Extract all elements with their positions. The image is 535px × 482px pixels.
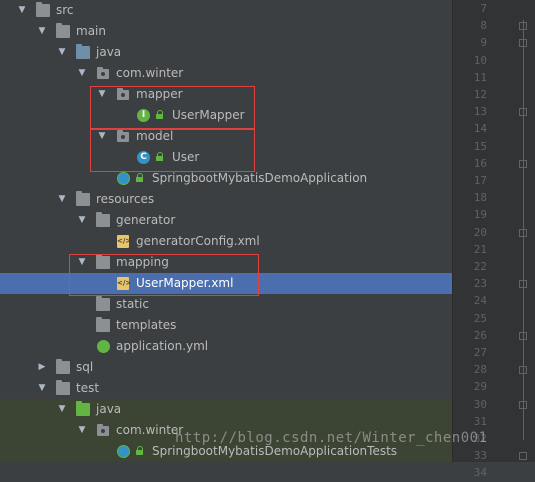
collapse-arrow-icon[interactable]: ▼ bbox=[76, 210, 88, 231]
collapse-arrow-icon[interactable]: ▼ bbox=[76, 420, 88, 441]
source-folder-icon bbox=[76, 44, 90, 59]
expand-arrow-icon[interactable]: ▶ bbox=[36, 357, 48, 378]
xml-file-icon: </> bbox=[117, 235, 131, 248]
line-number: 26 bbox=[473, 328, 487, 342]
line-number: 8 bbox=[480, 19, 487, 33]
tree-item-sql[interactable]: ▶ sql bbox=[0, 357, 452, 378]
tree-item-label: application.yml bbox=[116, 339, 209, 353]
collapse-arrow-icon[interactable]: ▼ bbox=[56, 399, 68, 420]
fold-guide-line bbox=[523, 20, 524, 440]
tree-item-static[interactable]: static bbox=[0, 294, 452, 315]
editor-gutter: 7 8 9 10 11 12 13 14 15 16 17 18 19 20 21 22 23 24 25 26 27 2… bbox=[452, 0, 535, 479]
folder-icon bbox=[36, 2, 50, 17]
tree-item-src[interactable]: ▼ src bbox=[0, 0, 452, 21]
line-number: 14 bbox=[473, 122, 487, 136]
fold-marker-icon[interactable] bbox=[519, 452, 527, 461]
tree-item-package[interactable]: ▼ com.winter bbox=[0, 63, 452, 84]
tree-item-label: generatorConfig.xml bbox=[136, 234, 260, 248]
line-number: 19 bbox=[473, 208, 487, 222]
tree-item-label: main bbox=[76, 24, 106, 38]
project-tree: ▼ src ▼ main ▼ java ▼ com.winter ▼ mappe… bbox=[0, 0, 452, 462]
tree-item-templates[interactable]: templates bbox=[0, 315, 452, 336]
tree-item-label: src bbox=[56, 3, 74, 17]
folder-icon bbox=[96, 317, 110, 332]
line-number: 23 bbox=[473, 277, 487, 291]
line-number: 16 bbox=[473, 156, 487, 170]
collapse-arrow-icon[interactable]: ▼ bbox=[56, 189, 68, 210]
tree-item-label: sql bbox=[76, 360, 94, 374]
tree-item-label: java bbox=[96, 402, 122, 416]
tree-item-test[interactable]: ▼ test bbox=[0, 378, 452, 399]
line-number: 20 bbox=[473, 225, 487, 239]
lock-icon bbox=[136, 173, 144, 183]
line-number: 24 bbox=[473, 294, 487, 308]
collapse-arrow-icon[interactable]: ▼ bbox=[36, 378, 48, 399]
tree-item-label: generator bbox=[116, 213, 176, 227]
watermark: http://blog.csdn.net/Winter_chen001 bbox=[175, 430, 488, 446]
line-number: 7 bbox=[480, 2, 487, 15]
folder-icon bbox=[96, 296, 110, 311]
line-number: 34 bbox=[473, 466, 487, 480]
line-number: 15 bbox=[473, 139, 487, 153]
collapse-arrow-icon[interactable]: ▼ bbox=[56, 42, 68, 63]
collapse-arrow-icon[interactable]: ▼ bbox=[16, 0, 28, 21]
folder-icon bbox=[56, 23, 70, 38]
highlight-box-mapper bbox=[90, 86, 255, 130]
collapse-arrow-icon[interactable]: ▼ bbox=[36, 21, 48, 42]
tree-item-generator[interactable]: ▼ generator bbox=[0, 210, 452, 231]
spring-boot-class-icon bbox=[117, 445, 130, 458]
line-number: 25 bbox=[473, 311, 487, 325]
tree-item-label: resources bbox=[96, 192, 155, 206]
tree-item-resources[interactable]: ▼ resources bbox=[0, 189, 452, 210]
line-number: 9 bbox=[480, 36, 487, 50]
tree-item-label: com.winter bbox=[116, 423, 184, 437]
tree-item-generatorconfig[interactable]: </> generatorConfig.xml bbox=[0, 231, 452, 252]
line-number: 27 bbox=[473, 346, 487, 359]
line-number: 28 bbox=[473, 363, 487, 377]
folder-icon bbox=[56, 359, 70, 374]
package-icon bbox=[97, 67, 109, 79]
line-number: 17 bbox=[473, 174, 487, 187]
tree-item-label: java bbox=[96, 45, 122, 59]
collapse-arrow-icon[interactable]: ▼ bbox=[76, 63, 88, 84]
line-number: 29 bbox=[473, 380, 487, 394]
folder-icon bbox=[56, 380, 70, 395]
resources-folder-icon bbox=[76, 191, 90, 206]
tree-item-test-java[interactable]: ▼ java bbox=[0, 399, 452, 420]
line-number: 12 bbox=[473, 88, 487, 101]
spring-boot-class-icon bbox=[117, 172, 130, 185]
yaml-file-icon bbox=[97, 340, 110, 353]
line-number: 13 bbox=[473, 105, 487, 119]
tree-item-label: test bbox=[76, 381, 100, 395]
line-number: 31 bbox=[473, 414, 487, 428]
tree-item-label: com.winter bbox=[116, 66, 184, 80]
line-number: 18 bbox=[473, 191, 487, 205]
highlight-box-model bbox=[90, 128, 255, 172]
line-number: 22 bbox=[473, 260, 487, 273]
tree-item-main[interactable]: ▼ main bbox=[0, 21, 452, 42]
lock-icon bbox=[136, 446, 144, 456]
tree-item-java[interactable]: ▼ java bbox=[0, 42, 452, 63]
highlight-box-mapping bbox=[69, 254, 259, 296]
folder-icon bbox=[96, 212, 110, 227]
tree-item-label: templates bbox=[116, 318, 177, 332]
tree-item-label: static bbox=[116, 297, 149, 311]
test-folder-icon bbox=[76, 401, 90, 416]
package-icon bbox=[97, 424, 109, 436]
line-number: 30 bbox=[473, 397, 487, 411]
line-number: 10 bbox=[473, 53, 487, 67]
line-number: 11 bbox=[473, 70, 487, 84]
tree-item-application-yml[interactable]: application.yml bbox=[0, 336, 452, 357]
line-number: 21 bbox=[473, 242, 487, 256]
